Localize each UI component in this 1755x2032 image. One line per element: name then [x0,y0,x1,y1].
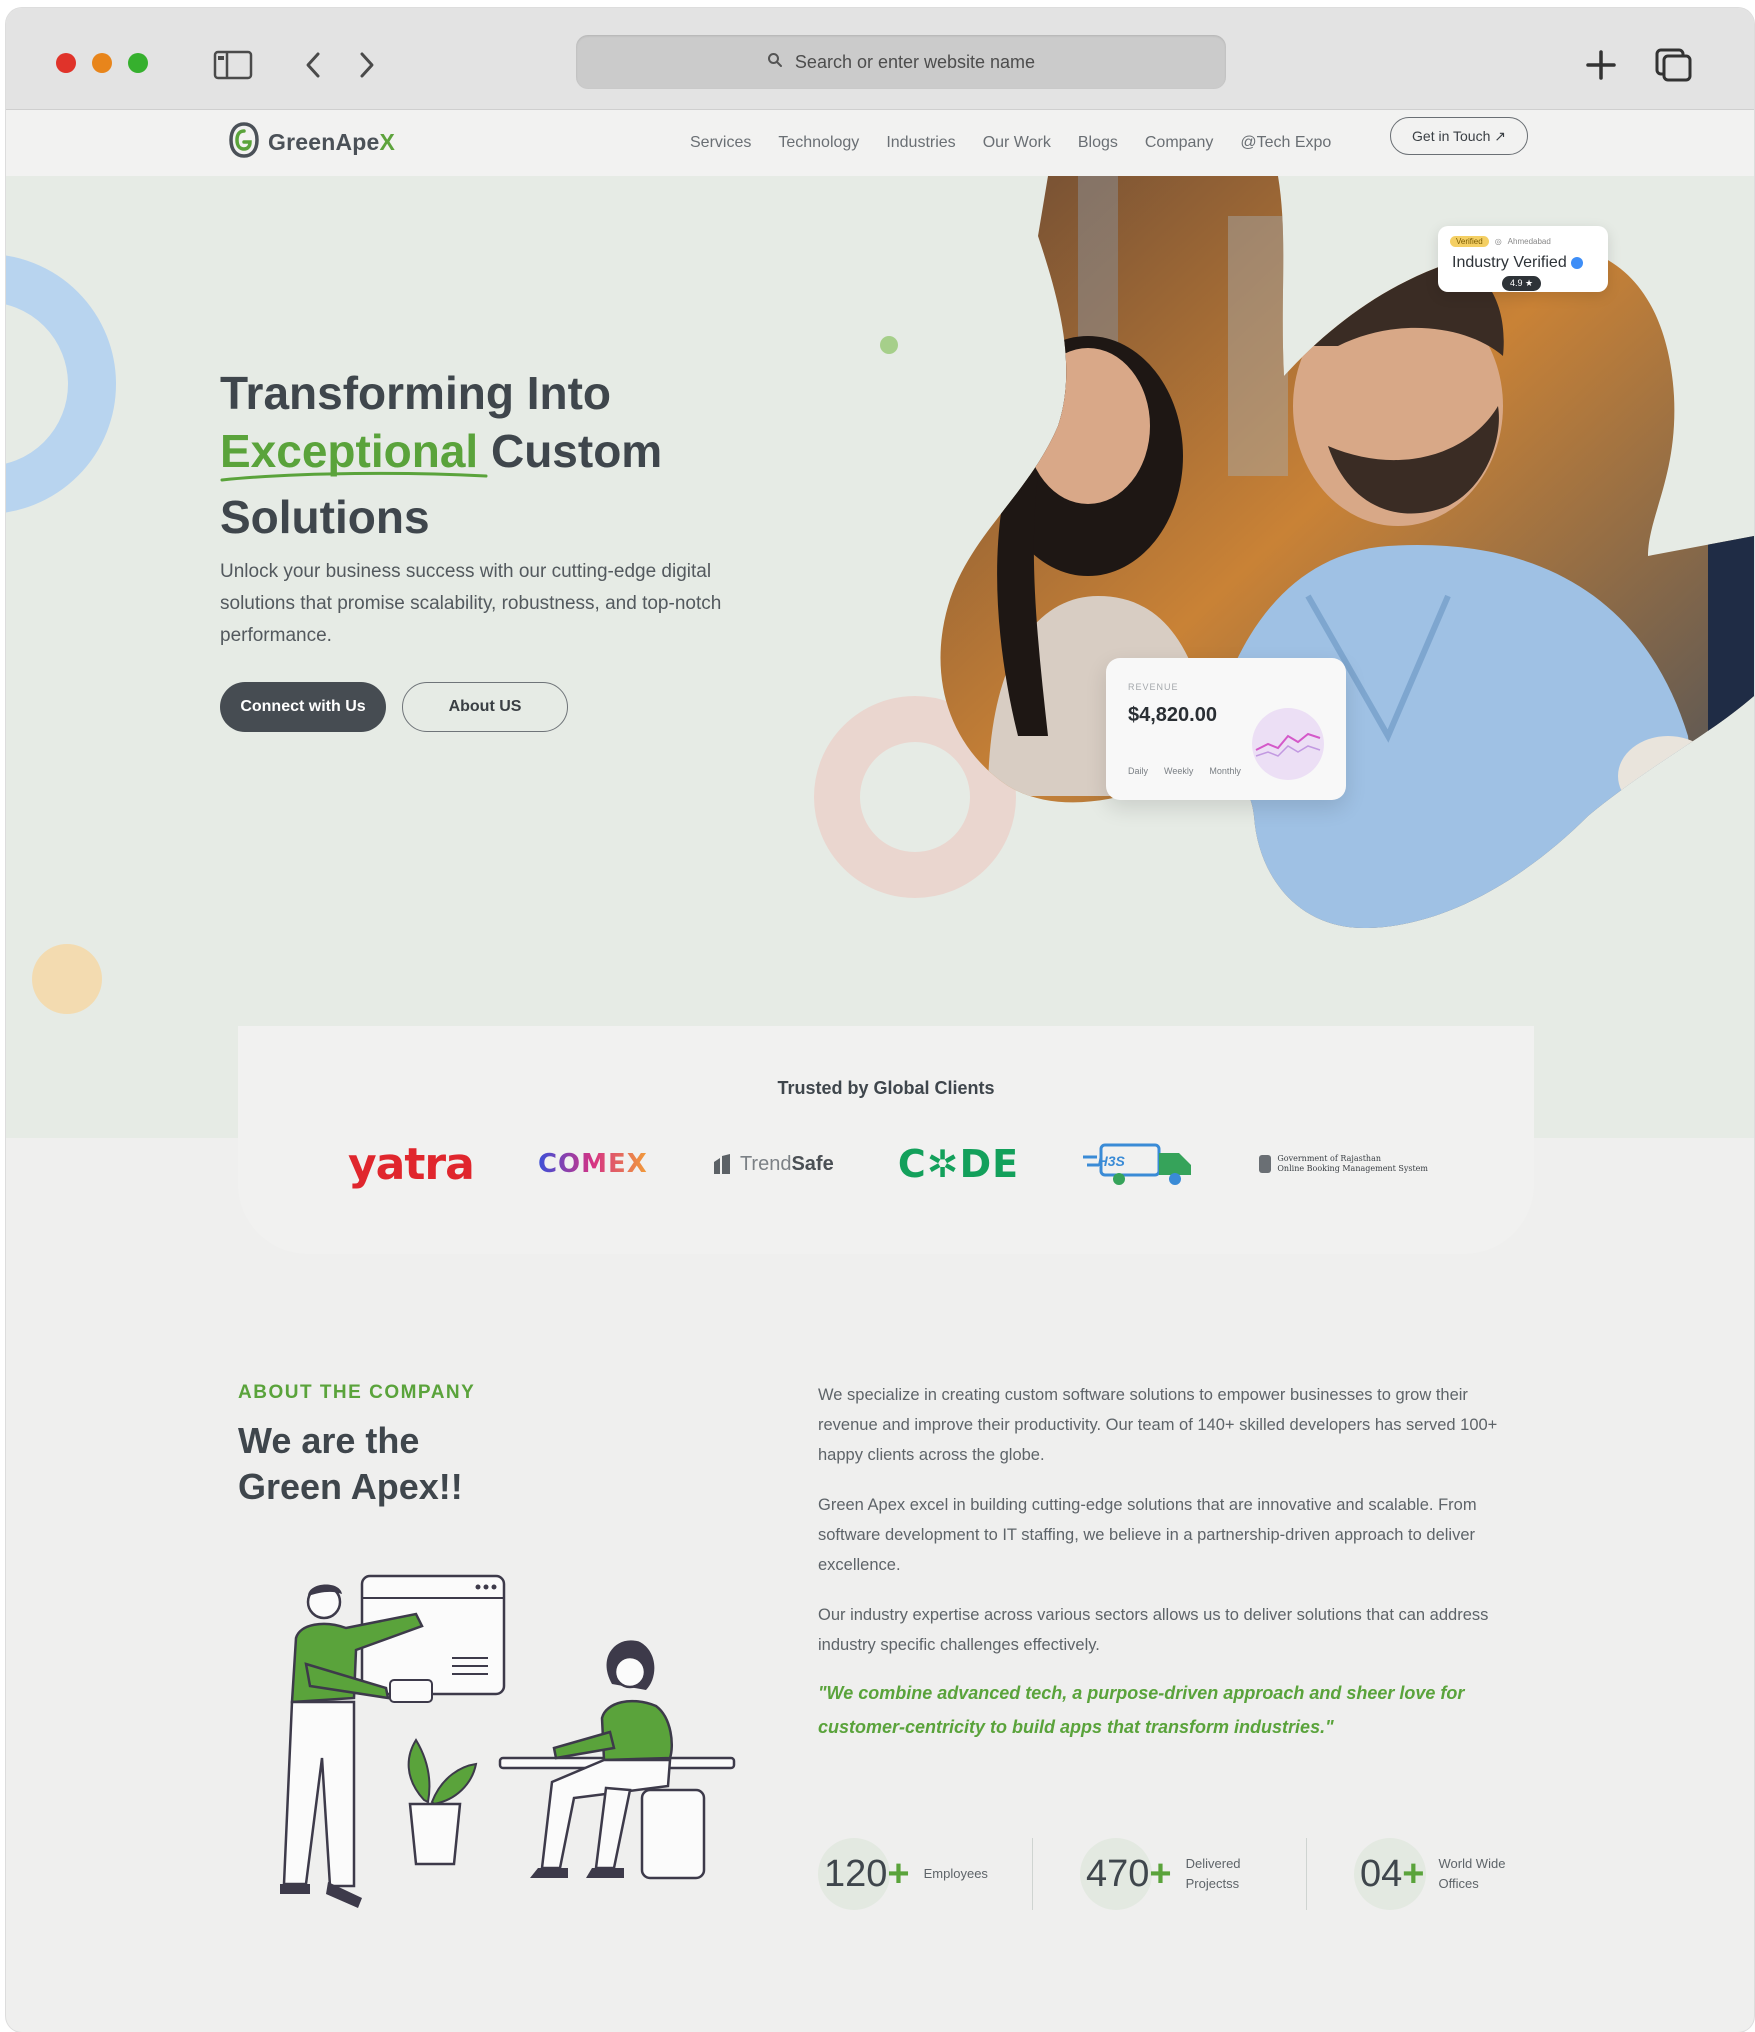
close-window-button[interactable] [56,53,76,73]
tab-overview-icon[interactable] [1652,48,1694,82]
client-logo-trendsafe: TrendSafe [712,1138,834,1190]
address-bar-placeholder: Search or enter website name [794,51,1036,72]
nav-item-industries[interactable]: Industries [886,134,955,152]
badge-location: Ahmedabad [1507,237,1551,246]
trusted-clients-title: Trusted by Global Clients [777,1078,995,1098]
logo-mark-icon [228,122,260,163]
about-eyebrow: ABOUT THE COMPANY [238,1382,476,1403]
revenue-tabs: Daily Weekly Monthly [1128,766,1241,776]
stat-number: 470 [1086,1852,1150,1895]
client-logo-row: yatra COMEX TrendSafe C✲DE H3S Governmen… [348,1138,1428,1190]
back-arrow-icon[interactable] [292,48,334,82]
minimize-window-button[interactable] [92,53,112,73]
badge-title: Industry Verified [1452,254,1567,271]
about-body: We specialize in creating custom softwar… [818,1380,1530,1680]
decorative-blue-ring [6,254,116,514]
about-paragraph: We specialize in creating custom softwar… [818,1386,1498,1464]
team-illustration [280,1574,736,1908]
client-logo-code: C✲DE [897,1142,1020,1186]
decorative-yellow-dot [32,944,102,1014]
revenue-tab-daily[interactable]: Daily [1128,766,1148,776]
trendsafe-mark-icon [713,1154,730,1174]
client-logo-h3s: H3S [1083,1138,1195,1190]
hero-title: Transforming Into Exceptional Custom Sol… [220,367,663,543]
nav-item-our-work[interactable]: Our Work [983,134,1051,152]
about-paragraph: Our industry expertise across various se… [818,1606,1489,1654]
stat-label: World Wide Offices [1438,1856,1506,1891]
search-icon [767,52,783,73]
verified-check-icon [1570,256,1583,269]
client-logo-comex: COMEX [537,1149,648,1179]
title-underline-swoosh [220,471,488,482]
verified-pill: Verified [1450,236,1489,247]
browser-toolbar: Search or enter website name [6,8,1754,110]
logo-wordmark: GreenApeX [268,129,396,155]
revenue-sparkline-icon [1252,708,1324,780]
stat-number: 120 [824,1852,888,1895]
get-in-touch-button[interactable]: Get in Touch ↗ [1390,117,1528,155]
about-paragraph: Green Apex excel in building cutting-edg… [818,1496,1477,1574]
connect-with-us-button[interactable]: Connect with Us [220,682,386,732]
nav-item-tech-expo[interactable]: @Tech Expo [1240,134,1331,152]
badge-rating: 4.9 ★ [1502,276,1542,291]
revenue-card: REVENUE $4,820.00 Daily Weekly Monthly [1106,658,1346,800]
stat-label: Delivered Projectss [1185,1856,1241,1891]
site-logo[interactable]: GreenApeX [228,122,395,163]
stat-label: Employees [923,1866,988,1881]
about-quote: "We combine advanced tech, a purpose-dri… [818,1683,1465,1737]
client-logo-rajasthan: Government of Rajasthan Online Booking Ma… [1259,1138,1428,1190]
nav-item-technology[interactable]: Technology [778,134,859,152]
revenue-value: $4,820.00 [1128,704,1217,726]
stat-divider [1306,1838,1307,1910]
revenue-tab-monthly[interactable]: Monthly [1209,766,1241,776]
h3s-text: H3S [1097,1153,1125,1169]
address-bar[interactable]: Search or enter website name [576,35,1226,89]
trusted-clients-panel: Trusted by Global Clients yatra COMEX Tr… [238,1026,1534,1254]
decorative-green-dot [880,336,898,354]
nav-item-blogs[interactable]: Blogs [1078,134,1118,152]
hero-team-photo [940,176,1754,929]
stat-divider [1032,1838,1033,1910]
revenue-tab-weekly[interactable]: Weekly [1164,766,1193,776]
hero-description: Unlock your business success with our cu… [220,561,722,646]
about-title: We are the Green Apex!! [238,1420,463,1507]
industry-verified-badge: Verified ◎ Ahmedabad Industry Verified 4… [1438,226,1608,292]
client-logo-yatra: yatra [348,1138,475,1190]
main-nav: Services Technology Industries Our Work … [690,134,1331,152]
emblem-icon [1259,1155,1272,1173]
stat-offices: 04+ World Wide Offices [1354,1834,1505,1914]
revenue-label: REVENUE [1128,682,1179,692]
company-stats: 120+ Employees 470+ Delivered Projectss … [818,1834,1530,1914]
stat-number: 04 [1360,1852,1403,1895]
forward-arrow-icon[interactable] [346,48,388,82]
sidebar-toggle-icon[interactable] [212,48,254,82]
stat-employees: 120+ Employees [818,1834,988,1914]
about-us-button[interactable]: About US [402,682,568,732]
stat-projects: 470+ Delivered Projectss [1080,1834,1241,1914]
location-pin-icon: ◎ [1494,237,1502,246]
browser-window: Search or enter website name GreenApeX S… [6,8,1754,2032]
nav-item-company[interactable]: Company [1145,134,1213,152]
new-tab-plus-icon[interactable] [1580,48,1622,82]
nav-item-services[interactable]: Services [690,134,751,152]
hero-section: Transforming Into Exceptional Custom Sol… [6,176,1754,1138]
maximize-window-button[interactable] [128,53,148,73]
